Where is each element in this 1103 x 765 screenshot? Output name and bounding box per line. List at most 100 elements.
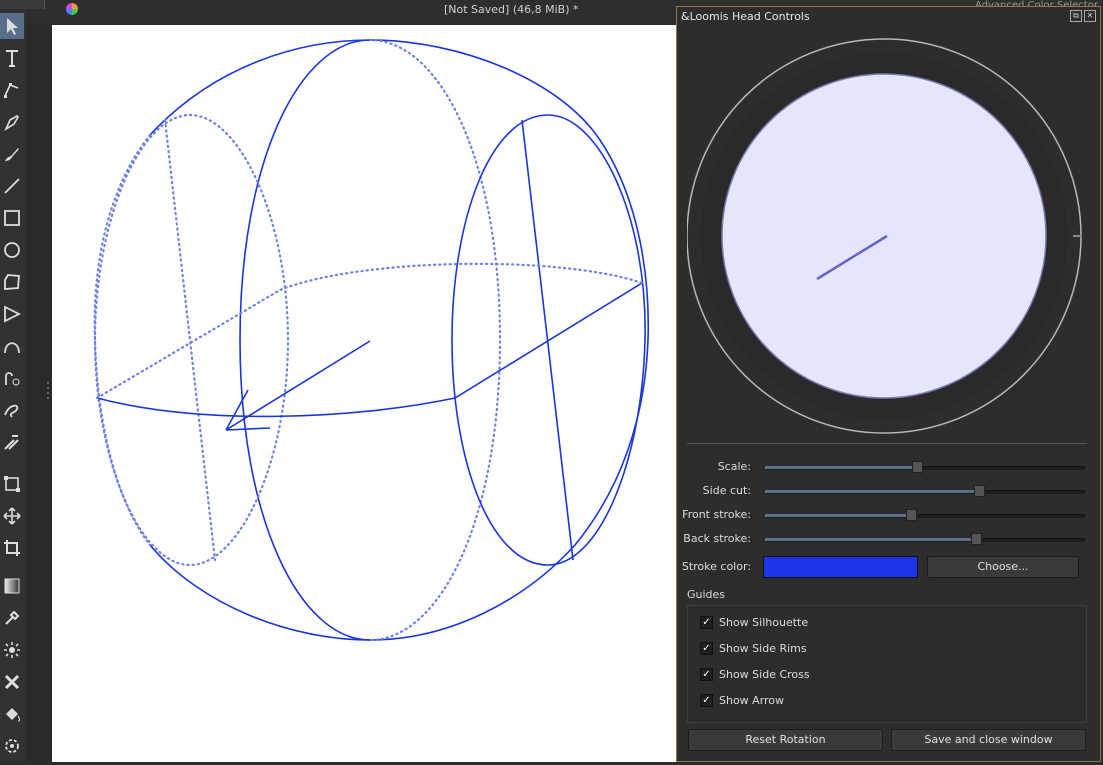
save-and-close-button[interactable]: Save and close window xyxy=(891,729,1086,751)
silhouette-hidden-part xyxy=(93,133,152,547)
dial-face[interactable] xyxy=(721,73,1047,399)
edit-shapes-icon xyxy=(4,83,19,98)
text-tool-button[interactable] xyxy=(0,45,24,71)
rotation-dial[interactable] xyxy=(687,35,1087,439)
corner-widget xyxy=(0,0,45,9)
side-cut-label: Side cut: xyxy=(702,484,751,497)
document-title: [Not Saved] (46,8 MiB) * xyxy=(444,3,579,16)
color-picker-button[interactable] xyxy=(0,605,24,631)
toolbox xyxy=(0,10,26,762)
select-pointer-button[interactable] xyxy=(0,13,24,39)
line-tool-button[interactable] xyxy=(0,173,24,199)
bezier-curve-button[interactable] xyxy=(0,333,24,359)
polygon-tool-button[interactable] xyxy=(0,269,24,295)
slider-handle[interactable] xyxy=(971,533,983,545)
freehand-path-icon xyxy=(4,404,19,418)
polyline-tool-button[interactable] xyxy=(0,301,24,327)
assistant-tool-button[interactable] xyxy=(0,669,24,695)
reset-rotation-button[interactable]: Reset Rotation xyxy=(688,729,883,751)
drawing-canvas[interactable] xyxy=(52,25,677,762)
scale-label: Scale: xyxy=(717,460,751,473)
crop-tool-button[interactable] xyxy=(0,535,24,561)
center-ellipse-left-top xyxy=(239,39,371,341)
ellipse-tool-button[interactable] xyxy=(0,237,24,263)
gradient-tool-icon xyxy=(4,578,20,594)
show-side-rims-checkbox[interactable]: ✓ Show Side Rims xyxy=(700,642,807,655)
calligraphy-pen-button[interactable] xyxy=(0,109,24,135)
polygon-tool-icon xyxy=(4,274,20,290)
bezier-curve-icon xyxy=(4,342,20,354)
checkbox-label: Show Silhouette xyxy=(719,616,809,629)
separator xyxy=(687,443,1087,444)
line-tool-icon xyxy=(4,178,20,194)
multibrush-button[interactable] xyxy=(0,429,24,455)
stroke-color-label: Stroke color: xyxy=(681,560,751,573)
show-side-cross-checkbox[interactable]: ✓ Show Side Cross xyxy=(700,668,810,681)
dock-resize-handle[interactable] xyxy=(46,380,50,400)
multibrush-icon xyxy=(4,435,19,450)
loomis-head-drawing xyxy=(93,38,650,642)
dynamic-brush-icon xyxy=(5,372,20,386)
scale-slider[interactable] xyxy=(765,460,1085,474)
side-cut-slider[interactable] xyxy=(765,484,1085,498)
checkbox-label: Show Side Rims xyxy=(719,642,807,655)
contiguous-select-icon xyxy=(5,739,19,753)
rectangle-tool-button[interactable] xyxy=(0,205,24,231)
silhouette-outline xyxy=(149,39,650,641)
assistant-tool-icon xyxy=(4,674,20,690)
slider-handle[interactable] xyxy=(911,461,923,473)
polyline-tool-icon xyxy=(4,305,22,323)
back-stroke-slider[interactable] xyxy=(765,532,1085,546)
checkbox-check-icon[interactable]: ✓ xyxy=(700,616,713,629)
brush-icon xyxy=(5,148,19,161)
ellipse-tool-icon xyxy=(4,242,20,258)
left-side-cross xyxy=(163,118,217,562)
smart-patch-button[interactable] xyxy=(0,637,24,663)
crop-tool-icon xyxy=(4,540,20,556)
rectangle-tool-icon xyxy=(4,210,20,226)
front-stroke-label: Front stroke: xyxy=(682,508,751,521)
checkbox-check-icon[interactable]: ✓ xyxy=(700,668,713,681)
checkbox-check-icon[interactable]: ✓ xyxy=(700,694,713,707)
freehand-path-button[interactable] xyxy=(0,397,24,423)
front-stroke-slider[interactable] xyxy=(765,508,1085,522)
move-tool-button[interactable] xyxy=(0,503,24,529)
text-tool-icon xyxy=(6,50,18,67)
left-side-rim xyxy=(93,113,290,567)
show-silhouette-checkbox[interactable]: ✓ Show Silhouette xyxy=(700,616,808,629)
fill-tool-button[interactable] xyxy=(0,701,24,727)
close-dock-icon[interactable]: ✕ xyxy=(1084,10,1096,22)
move-tool-icon xyxy=(3,507,21,525)
choose-color-button[interactable]: Choose... xyxy=(927,556,1079,578)
dynamic-brush-button[interactable] xyxy=(0,365,24,391)
gradient-tool-button[interactable] xyxy=(0,573,24,599)
color-picker-icon xyxy=(5,610,20,625)
krita-logo-icon xyxy=(66,3,78,15)
select-pointer-icon xyxy=(7,18,18,35)
center-ellipse-right xyxy=(368,38,502,642)
calligraphy-pen-icon xyxy=(4,115,19,132)
checkbox-label: Show Side Cross xyxy=(719,668,810,681)
transform-tool-icon xyxy=(4,476,20,492)
brow-line-back xyxy=(95,262,644,400)
contiguous-select-button[interactable] xyxy=(0,733,24,759)
checkbox-label: Show Arrow xyxy=(719,694,785,707)
float-dock-icon[interactable]: ⧉ xyxy=(1070,10,1082,22)
edit-shapes-button[interactable] xyxy=(0,77,24,103)
slider-handle[interactable] xyxy=(905,509,917,521)
transform-tool-button[interactable] xyxy=(0,471,24,497)
loomis-head-controls-dialog: &Loomis Head Controls ⧉ ✕ Scale: Side cu… xyxy=(676,6,1101,762)
center-ellipse-left-bottom xyxy=(239,339,371,641)
back-stroke-label: Back stroke: xyxy=(683,532,751,545)
dialog-title: &Loomis Head Controls xyxy=(681,10,810,23)
right-side-cross xyxy=(521,119,574,561)
smart-patch-icon xyxy=(4,642,20,658)
show-arrow-checkbox[interactable]: ✓ Show Arrow xyxy=(700,694,784,707)
checkbox-check-icon[interactable]: ✓ xyxy=(700,642,713,655)
slider-handle[interactable] xyxy=(974,485,986,497)
guides-group: ✓ Show Silhouette ✓ Show Side Rims ✓ Sho… xyxy=(687,605,1087,723)
fill-tool-icon xyxy=(6,708,20,722)
stroke-color-swatch[interactable] xyxy=(763,556,918,578)
guides-group-title: Guides xyxy=(687,588,726,601)
brush-button[interactable] xyxy=(0,141,24,167)
